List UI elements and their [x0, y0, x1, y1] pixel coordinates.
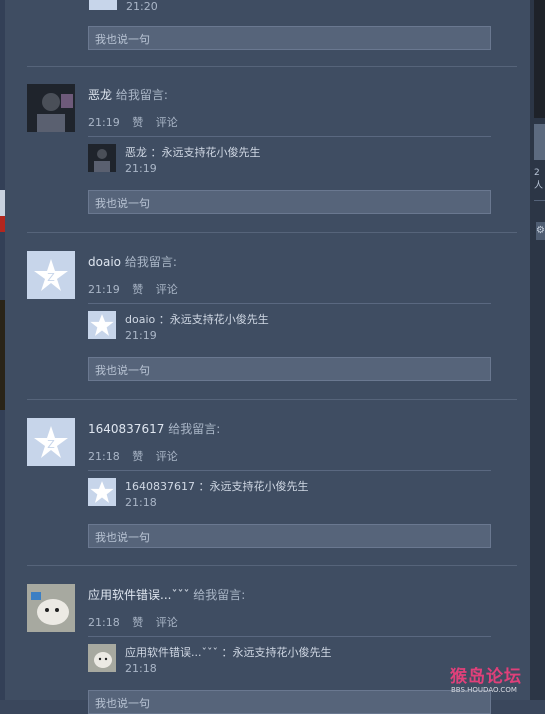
avatar[interactable]: Z [27, 251, 75, 299]
comment-input[interactable]: 我也说一句 [88, 357, 491, 381]
like-button[interactable]: 赞 [132, 450, 143, 463]
reply-avatar[interactable] [88, 478, 116, 506]
right-panel-divider [534, 200, 545, 201]
avatar[interactable] [27, 584, 75, 632]
post-action: 给我留言: [168, 422, 221, 436]
reply-time: 21:18 [125, 662, 157, 675]
watermark-url: BBS.HOUDAO.COM [451, 686, 517, 694]
svg-text:Z: Z [47, 271, 55, 284]
comment-input[interactable]: 我也说一句 [88, 26, 491, 50]
post-meta: 21:19 赞 评论 [88, 281, 187, 297]
like-button[interactable]: 赞 [132, 116, 143, 129]
reply-divider [88, 636, 491, 637]
reply-time: 21:19 [125, 329, 157, 342]
post-separator [27, 232, 517, 233]
reply-avatar[interactable] [88, 644, 116, 672]
post-meta: 21:18 赞 评论 [88, 614, 187, 630]
post-separator [27, 565, 517, 566]
reply-item: 应用软件错误...ˇˇˇ ：永远支持花小俊先生 21:18 [88, 644, 491, 680]
like-button[interactable]: 赞 [132, 283, 143, 296]
reply-time: 21:20 [126, 0, 158, 13]
reply-divider [88, 303, 491, 304]
reply-text: 恶龙 ：永远支持花小俊先生 [125, 146, 261, 159]
star-avatar-icon [90, 481, 114, 503]
right-panel-photo [534, 0, 545, 118]
post-time: 21:18 [88, 616, 120, 629]
svg-text:Z: Z [47, 438, 55, 451]
comment-input[interactable]: 我也说一句 [88, 524, 491, 548]
right-panel-edge: 2人 ⚙ [530, 0, 545, 700]
comment-input-placeholder: 我也说一句 [95, 33, 150, 46]
post-header: 恶龙 给我留言: [88, 86, 168, 103]
dog-avatar-icon [31, 592, 69, 625]
person-avatar-icon [94, 149, 110, 172]
author-name[interactable]: doaio [88, 255, 121, 269]
reply-text: 1640837617 ：永远支持花小俊先生 [125, 480, 309, 493]
author-name[interactable]: 1640837617 [88, 422, 164, 436]
post-action: 给我留言: [124, 255, 177, 269]
post-header: 应用软件错误...ˇˇˇ 给我留言: [88, 586, 245, 603]
comment-input[interactable]: 我也说一句 [88, 190, 491, 214]
like-button[interactable]: 赞 [132, 616, 143, 629]
comment-button[interactable]: 评论 [156, 616, 178, 629]
post-meta: 21:18 赞 评论 [88, 448, 187, 464]
reply-item: doaio ：永远支持花小俊先生 21:19 [88, 311, 491, 347]
comment-button[interactable]: 评论 [156, 283, 178, 296]
person-avatar-icon [37, 93, 73, 132]
star-avatar-icon: Z [34, 259, 68, 291]
star-avatar-icon: Z [34, 426, 68, 458]
reply-item: 恶龙 ：永远支持花小俊先生 21:19 [88, 144, 491, 180]
post-action: 给我留言: [193, 588, 246, 602]
comment-input-placeholder: 我也说一句 [95, 697, 150, 710]
reply-avatar-star-icon [89, 0, 117, 10]
reply-avatar[interactable] [88, 144, 116, 172]
author-name[interactable]: 应用软件错误...ˇˇˇ [88, 588, 189, 602]
post-header: doaio 给我留言: [88, 253, 177, 270]
post-separator [27, 66, 517, 67]
message-board [5, 0, 530, 700]
post-header: 1640837617 给我留言: [88, 420, 220, 437]
reply-divider [88, 470, 491, 471]
star-avatar-icon [90, 314, 114, 336]
reply-text: doaio ：永远支持花小俊先生 [125, 313, 269, 326]
avatar[interactable]: Z [27, 418, 75, 466]
reply-avatar[interactable] [88, 311, 116, 339]
reply-item: 1640837617 ：永远支持花小俊先生 21:18 [88, 478, 491, 514]
post-separator [27, 399, 517, 400]
comment-input-placeholder: 我也说一句 [95, 364, 150, 377]
post-meta: 21:19 赞 评论 [88, 114, 187, 130]
post-action: 给我留言: [115, 88, 168, 102]
post-time: 21:18 [88, 450, 120, 463]
post-time: 21:19 [88, 283, 120, 296]
comment-button[interactable]: 评论 [156, 116, 178, 129]
avatar[interactable] [27, 84, 75, 132]
comment-button[interactable]: 评论 [156, 450, 178, 463]
watermark-title: 猴岛论坛 [450, 667, 522, 687]
reply-time: 21:18 [125, 496, 157, 509]
reply-divider [88, 136, 491, 137]
reply-time: 21:19 [125, 162, 157, 175]
reply-text: 应用软件错误...ˇˇˇ ：永远支持花小俊先生 [125, 646, 332, 659]
right-panel-tab[interactable] [534, 124, 545, 160]
dog-avatar-icon [94, 652, 112, 668]
comment-input-placeholder: 我也说一句 [95, 197, 150, 210]
right-panel-count: 2人 [534, 168, 544, 191]
comment-input-placeholder: 我也说一句 [95, 531, 150, 544]
watermark-logo: 猴岛论坛 BBS.HOUDAO.COM [450, 662, 542, 698]
gear-icon[interactable]: ⚙ [536, 222, 545, 240]
author-name[interactable]: 恶龙 [88, 88, 112, 102]
comment-input[interactable]: 我也说一句 [88, 690, 491, 714]
post-time: 21:19 [88, 116, 120, 129]
